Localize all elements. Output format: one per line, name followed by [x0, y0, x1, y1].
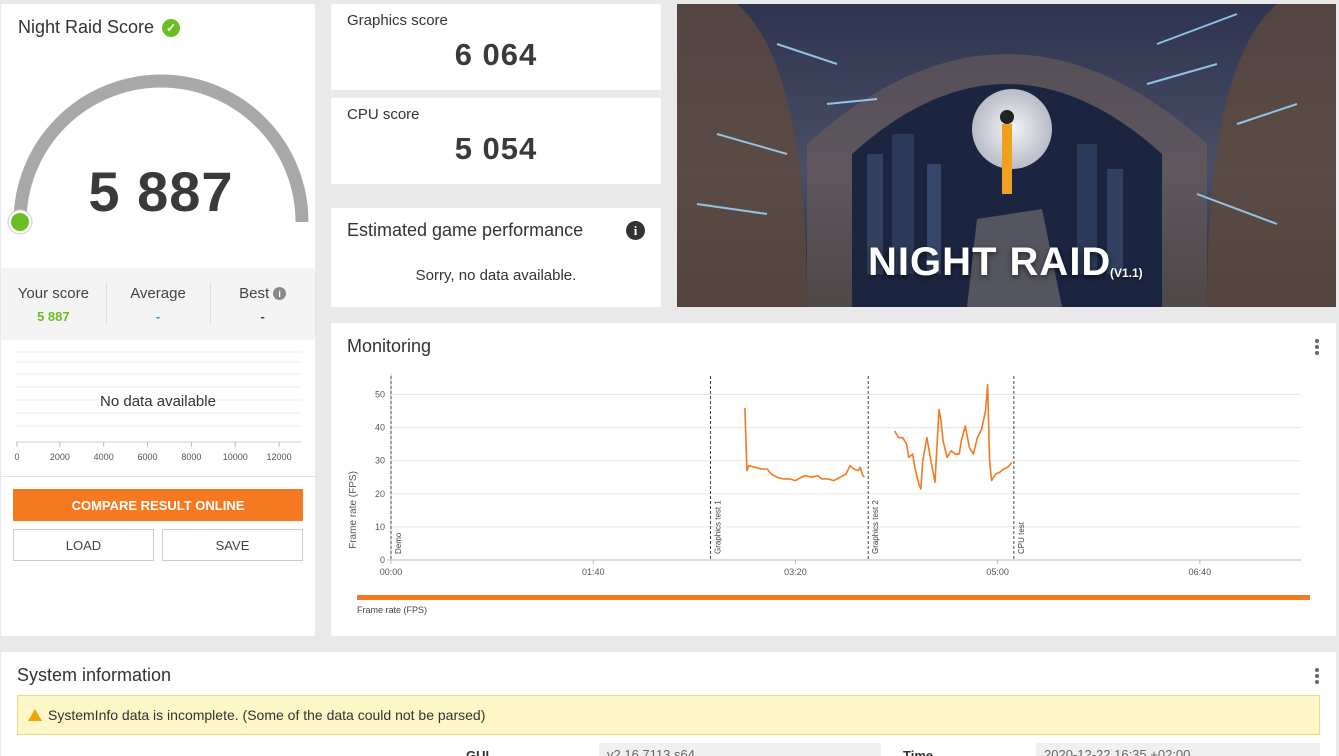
x-tick-label: 05:00 — [986, 567, 1009, 577]
your-score-value: 5 887 — [37, 309, 70, 324]
score-card: Night Raid Score ✓ 5 887 Your score 5 88… — [1, 4, 315, 636]
cpu-score-card: CPU score 5 054 — [331, 98, 661, 184]
y-tick-label: 30 — [375, 456, 385, 466]
score-value: 5 887 — [88, 160, 234, 223]
y-tick-label: 0 — [380, 555, 385, 565]
graphics-score-card: Graphics score 6 064 — [331, 4, 661, 90]
estimate-title: Estimated game performance — [347, 220, 584, 240]
distribution-tick-label: 12000 — [267, 452, 292, 462]
chart-series — [744, 383, 1013, 490]
gui-label: GUI — [466, 748, 490, 756]
x-tick-label: 00:00 — [380, 567, 403, 577]
estimated-game-performance-card: Estimated game performance i Sorry, no d… — [331, 208, 661, 307]
test-marker-label: Graphics test 2 — [871, 500, 880, 554]
chart-y-ticks: 0 10 20 30 40 50 — [375, 390, 385, 565]
frame-rate-series-line — [893, 383, 1013, 490]
chart-x-ticks: 00:00 01:40 03:20 05:00 06:40 — [380, 560, 1211, 577]
chart-y-label: Frame rate (FPS) — [348, 471, 359, 549]
best-stat: Best i - — [210, 268, 315, 340]
best-label-wrap: Best i — [239, 285, 287, 302]
sysinfo-warning: SystemInfo data is incomplete. (Some of … — [17, 695, 1320, 735]
checkmark-icon: ✓ — [162, 18, 181, 37]
y-tick-label: 40 — [375, 423, 385, 433]
distribution-tick-label: 8000 — [181, 452, 201, 462]
sysinfo-menu-icon[interactable] — [1315, 668, 1319, 684]
average-value: - — [155, 309, 161, 324]
x-tick-label: 01:40 — [582, 567, 605, 577]
time-label: Time — [903, 748, 934, 756]
graphics-score-label: Graphics score — [347, 12, 448, 29]
estimate-message: Sorry, no data available. — [415, 267, 577, 284]
load-button[interactable]: LOAD — [13, 529, 154, 561]
score-title: Night Raid Score ✓ — [18, 17, 181, 38]
distribution-tick-label: 0 — [14, 452, 19, 462]
chart-test-markers: Demo Graphics test 1 Graphics test 2 CPU te… — [390, 376, 1026, 560]
graphics-score-value: 6 064 — [454, 37, 538, 72]
average-label: Average — [130, 285, 186, 302]
y-tick-label: 10 — [375, 522, 385, 532]
info-icon[interactable]: i — [626, 221, 645, 240]
x-tick-label: 06:40 — [1189, 567, 1212, 577]
gui-value: v2.16.7113 s64 — [599, 743, 881, 756]
best-label: Best — [239, 285, 270, 302]
banner-version: (V1.1) — [1110, 266, 1143, 280]
system-information-title: System information — [17, 665, 172, 685]
monitoring-card: Monitoring 0 10 20 30 40 50 00:00 01:40 03:20 05… — [331, 323, 1336, 636]
distribution-tick-label: 2000 — [50, 452, 70, 462]
x-tick-label: 03:20 — [784, 567, 807, 577]
distribution-tick-label: 10000 — [223, 452, 248, 462]
time-value: 2020-12-22 16:35 +02:00 — [1036, 743, 1320, 756]
cpu-score-value: 5 054 — [454, 131, 538, 166]
test-marker-label: Demo — [394, 532, 403, 554]
distribution-gridlines — [16, 351, 301, 427]
banner-title: NIGHT RAID — [868, 240, 1112, 284]
save-button[interactable]: SAVE — [162, 529, 303, 561]
y-tick-label: 20 — [375, 489, 385, 499]
warning-icon — [28, 709, 42, 721]
average-stat: Average - — [105, 268, 211, 340]
test-marker-label: Graphics test 1 — [714, 500, 723, 554]
y-tick-label: 50 — [375, 390, 385, 400]
system-information-card: System information SystemInfo data is in… — [1, 652, 1336, 756]
best-value: - — [260, 309, 265, 324]
your-score-stat: Your score 5 887 — [1, 268, 106, 340]
chart-legend-swatch — [357, 595, 1310, 600]
distribution-tick-label: 6000 — [138, 452, 158, 462]
your-score-label: Your score — [17, 285, 89, 302]
chart-legend-label: Frame rate (FPS) — [357, 605, 427, 615]
distribution-ticks: 0 2000 4000 6000 8000 10000 12000 — [14, 442, 292, 462]
chart-gridlines — [387, 373, 1301, 561]
test-marker-label: CPU test — [1017, 521, 1026, 554]
frame-rate-series-line — [744, 407, 865, 482]
divider — [1, 476, 315, 477]
info-icon[interactable]: i — [273, 287, 287, 300]
compare-result-online-button[interactable]: COMPARE RESULT ONLINE — [13, 489, 303, 521]
cpu-score-label: CPU score — [347, 106, 420, 123]
frame-rate-chart: 0 10 20 30 40 50 00:00 01:40 03:20 05:00 06:40 De… — [348, 373, 1310, 615]
night-raid-banner: NIGHT RAID (V1.1) — [677, 4, 1336, 307]
warning-text: SystemInfo data is incomplete. (Some of … — [48, 707, 486, 723]
score-title-text: Night Raid Score — [18, 17, 155, 37]
distribution-tick-label: 4000 — [94, 452, 114, 462]
no-data-label: No data available — [100, 393, 216, 410]
score-stats: Your score 5 887 Average - Best i - — [1, 268, 315, 340]
